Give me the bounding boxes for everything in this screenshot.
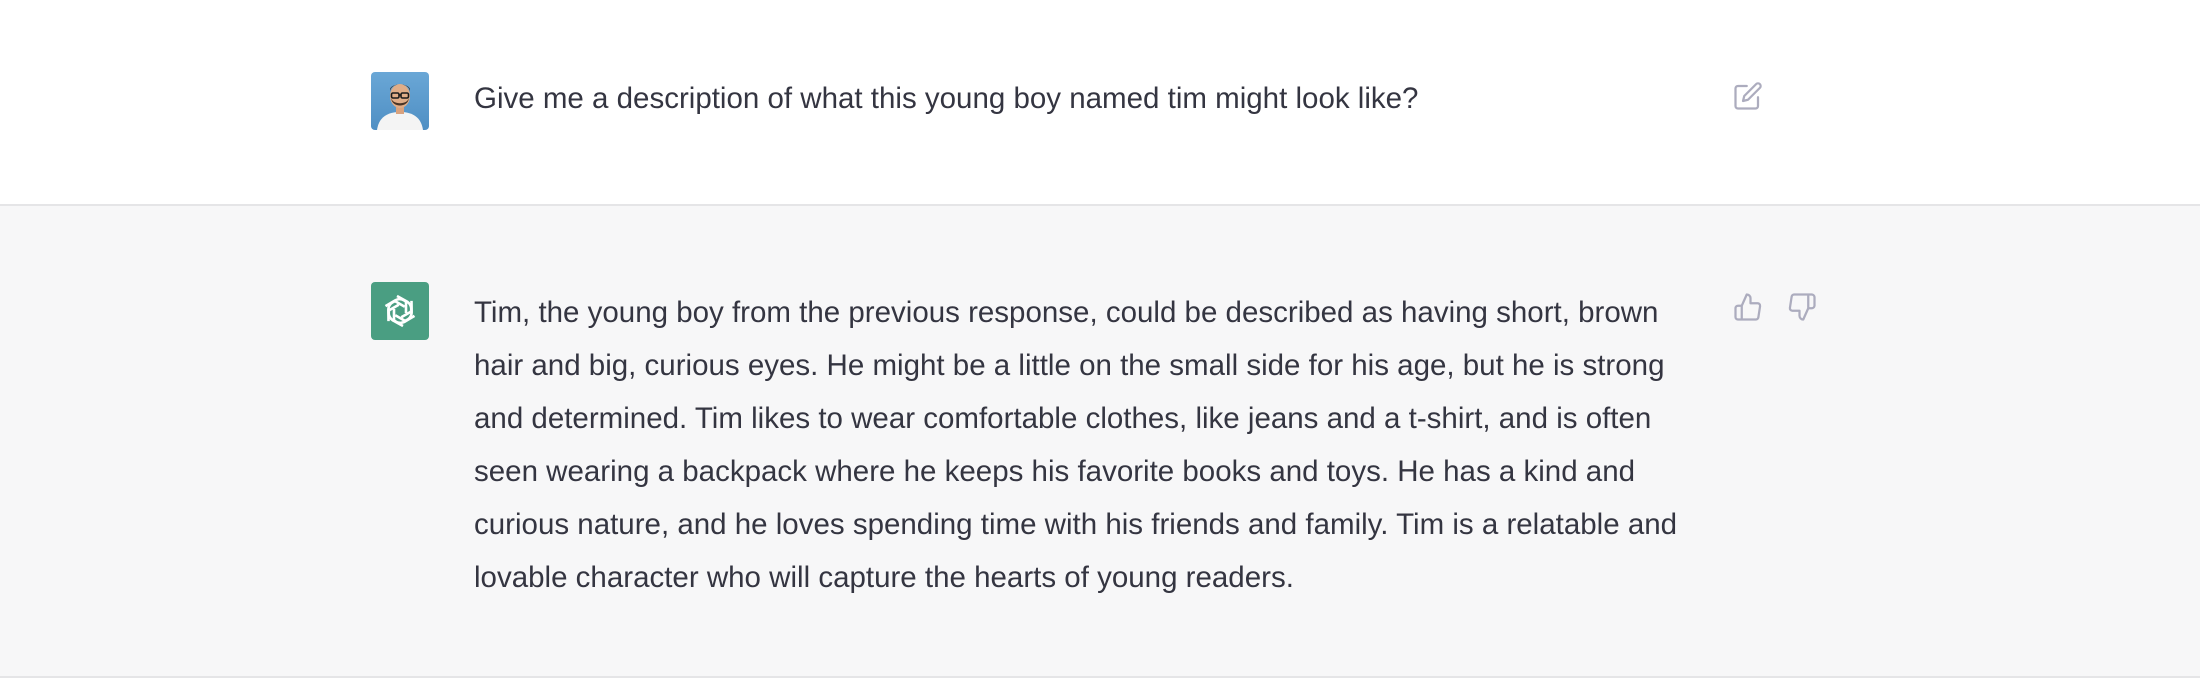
openai-logo-icon <box>384 294 416 328</box>
user-avatar-photo <box>371 72 429 130</box>
thumbs-up-button[interactable] <box>1731 290 1765 324</box>
user-message-text: Give me a description of what this young… <box>474 82 1419 115</box>
assistant-message-row: Tim, the young boy from the previous res… <box>0 206 2200 678</box>
user-message-row: Give me a description of what this young… <box>0 0 2200 206</box>
thumbs-down-button[interactable] <box>1785 290 1819 324</box>
edit-message-button[interactable] <box>1731 79 1765 113</box>
assistant-message-text: Tim, the young boy from the previous res… <box>474 296 1678 594</box>
thumbs-down-icon <box>1788 293 1816 321</box>
edit-icon <box>1734 82 1762 110</box>
user-avatar <box>371 72 429 130</box>
thumbs-up-icon <box>1734 293 1762 321</box>
assistant-avatar <box>371 282 429 340</box>
